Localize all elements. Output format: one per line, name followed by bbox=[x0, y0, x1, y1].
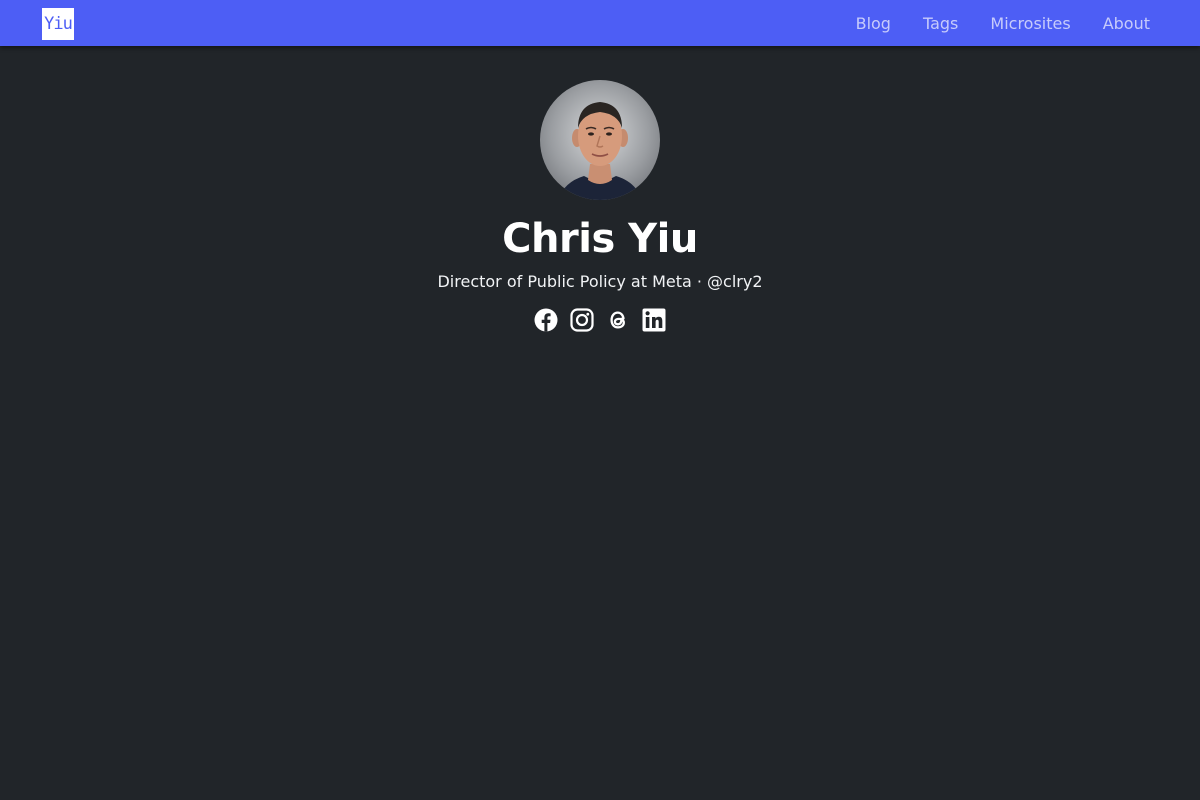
nav-link-about[interactable]: About bbox=[1103, 14, 1150, 33]
profile-section: Chris Yiu Director of Public Policy at M… bbox=[0, 80, 1200, 332]
nav-link-blog[interactable]: Blog bbox=[856, 14, 891, 33]
linkedin-icon[interactable] bbox=[642, 308, 666, 332]
facebook-icon[interactable] bbox=[534, 308, 558, 332]
profile-bio: Director of Public Policy at Meta · @clr… bbox=[437, 272, 763, 291]
profile-name: Chris Yiu bbox=[502, 216, 698, 262]
site-logo[interactable]: Yiu bbox=[42, 8, 74, 40]
threads-icon[interactable] bbox=[606, 308, 630, 332]
instagram-icon[interactable] bbox=[570, 308, 594, 332]
profile-photo bbox=[558, 102, 642, 200]
top-navbar: Yiu Blog Tags Microsites About bbox=[0, 0, 1200, 46]
nav-link-tags[interactable]: Tags bbox=[923, 14, 958, 33]
avatar bbox=[540, 80, 660, 200]
nav-link-microsites[interactable]: Microsites bbox=[990, 14, 1070, 33]
main-nav: Blog Tags Microsites About bbox=[856, 0, 1150, 46]
social-links bbox=[0, 308, 1200, 332]
